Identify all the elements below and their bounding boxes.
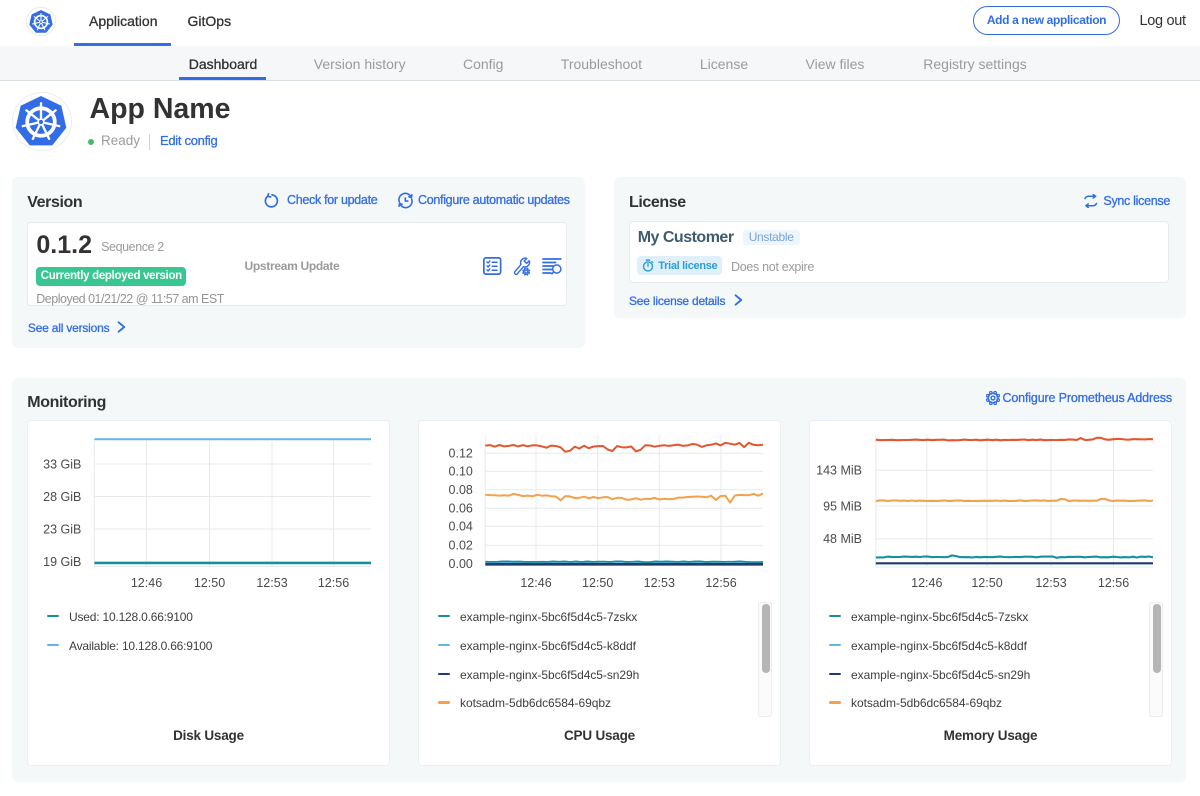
svg-text:48 MiB: 48 MiB xyxy=(823,532,862,546)
svg-text:12:53: 12:53 xyxy=(256,576,287,590)
svg-text:0.08: 0.08 xyxy=(449,483,473,497)
svg-text:0.10: 0.10 xyxy=(449,465,473,479)
svg-text:12:53: 12:53 xyxy=(1035,576,1066,590)
svg-text:12:50: 12:50 xyxy=(194,576,225,590)
svg-text:143 MiB: 143 MiB xyxy=(816,464,862,478)
svg-text:12:50: 12:50 xyxy=(971,576,1002,590)
svg-text:12:46: 12:46 xyxy=(520,576,551,590)
svg-text:0.04: 0.04 xyxy=(449,520,473,534)
svg-text:28 GiB: 28 GiB xyxy=(43,490,81,504)
svg-text:19 GiB: 19 GiB xyxy=(43,555,81,569)
svg-text:12:53: 12:53 xyxy=(644,576,675,590)
svg-text:33 GiB: 33 GiB xyxy=(43,457,81,471)
svg-text:0.12: 0.12 xyxy=(449,447,473,461)
svg-text:0.02: 0.02 xyxy=(449,539,473,553)
svg-text:0.06: 0.06 xyxy=(449,502,473,516)
svg-text:0.00: 0.00 xyxy=(449,557,473,571)
svg-text:23 GiB: 23 GiB xyxy=(43,522,81,536)
svg-text:12:56: 12:56 xyxy=(1098,576,1129,590)
svg-text:95 MiB: 95 MiB xyxy=(823,499,862,513)
svg-text:12:46: 12:46 xyxy=(131,576,162,590)
svg-text:12:50: 12:50 xyxy=(582,576,613,590)
svg-text:12:56: 12:56 xyxy=(705,576,736,590)
svg-text:12:56: 12:56 xyxy=(318,576,349,590)
svg-text:12:46: 12:46 xyxy=(911,576,942,590)
